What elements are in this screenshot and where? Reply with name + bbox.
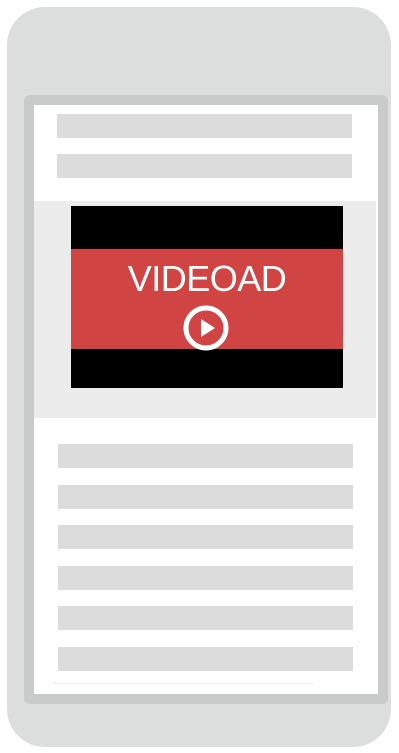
placeholder-line-bottom-1 (58, 444, 353, 468)
video-ad[interactable]: VIDEOAD (71, 206, 343, 388)
placeholder-line-top-1 (57, 114, 352, 138)
placeholder-line-top-2 (57, 154, 352, 178)
placeholder-line-bottom-6 (58, 647, 353, 671)
placeholder-line-bottom-4 (58, 566, 353, 590)
video-ad-label: VIDEOAD (127, 258, 287, 299)
placeholder-line-bottom-5 (58, 606, 353, 630)
placeholder-line-bottom-2 (58, 485, 353, 509)
placeholder-line-bottom-3 (58, 525, 353, 549)
divider (52, 683, 314, 684)
play-circle-icon[interactable] (182, 304, 230, 352)
video-ad-banner: VIDEOAD (71, 249, 343, 352)
